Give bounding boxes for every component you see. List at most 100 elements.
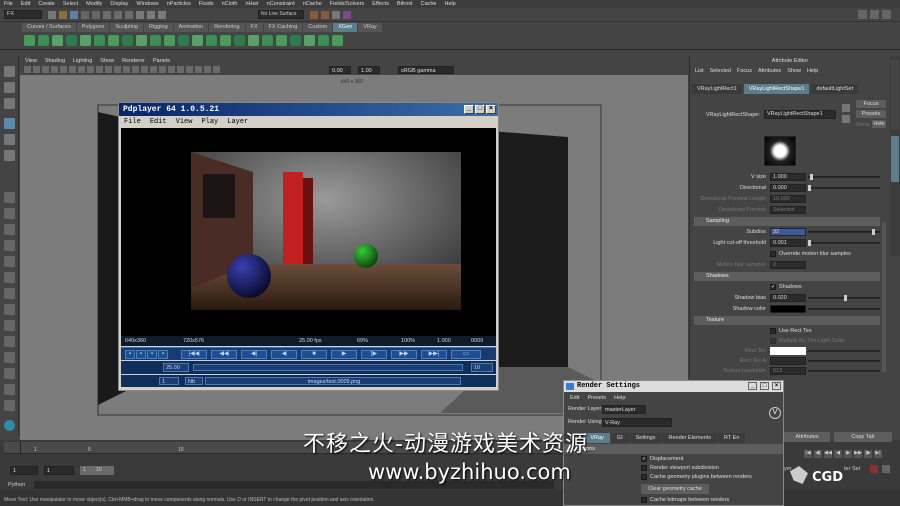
xgen-noise-icon[interactable] [290, 35, 301, 46]
motion-blur-icon[interactable] [177, 66, 184, 73]
resolution-gate-icon[interactable] [78, 66, 85, 73]
pdplayer-menu-play[interactable]: Play [201, 118, 218, 126]
ae-tab-defaultlightset[interactable]: defaultLightSet [811, 84, 859, 94]
camera-attributes-icon[interactable] [33, 66, 40, 73]
cache-plugins-checkbox[interactable] [641, 474, 647, 480]
presets-button[interactable]: Presets [856, 110, 886, 118]
xgen-coil-icon[interactable] [304, 35, 315, 46]
dope-sheet-icon[interactable] [4, 304, 15, 315]
motion-blur-field[interactable]: 2 [770, 261, 806, 269]
step-back-button[interactable]: ◀| [241, 350, 267, 359]
pdplayer-titlebar[interactable]: Pdplayer 64 1.0.5.21 _ □ × [119, 103, 498, 116]
rs-tab-rt-en[interactable]: RT En [717, 433, 746, 443]
wireframe-icon[interactable] [123, 66, 130, 73]
xgen-editor-icon[interactable] [24, 35, 35, 46]
shelf-tab-rigging[interactable]: Rigging [144, 23, 173, 32]
pd-pingpong-icon[interactable]: ▪ [147, 350, 157, 359]
xgen-primitive-icon[interactable] [234, 35, 245, 46]
render-settings-window[interactable]: Render Settings _ □ × Edit Presets Help Re… [563, 380, 784, 506]
override-checkbox[interactable] [770, 251, 776, 257]
shelf-tab-curves-surfaces[interactable]: Curves / Surfaces [22, 23, 76, 32]
menu-windows[interactable]: Windows [136, 1, 158, 7]
menu-nconstraint[interactable]: nConstraint [267, 1, 295, 7]
gamma-field[interactable]: 1.00 [358, 66, 380, 74]
xray-icon[interactable] [213, 66, 220, 73]
play-backward-button[interactable]: ◀ [271, 350, 297, 359]
film-gate-icon[interactable] [69, 66, 76, 73]
options-section[interactable]: Options [564, 444, 783, 454]
pdplayer-menu-file[interactable]: File [124, 118, 141, 126]
menu-create[interactable]: Create [38, 1, 55, 7]
xgen-mask-icon[interactable] [122, 35, 133, 46]
script-editor-icon[interactable] [4, 352, 15, 363]
xgen-cache-icon[interactable] [332, 35, 343, 46]
render-view-icon[interactable] [4, 384, 15, 395]
play-forward-icon[interactable]: ▶ [844, 450, 852, 458]
shadows-section[interactable]: Shadows [694, 272, 880, 281]
xgen-cut-icon[interactable] [276, 35, 287, 46]
anim-prefs-icon[interactable] [882, 465, 890, 473]
range-start-field[interactable]: 1 [10, 466, 38, 475]
dir-preview-select[interactable]: Selected [770, 206, 806, 214]
xgen-preview-icon[interactable] [164, 35, 175, 46]
v-size-field[interactable]: 1.000 [770, 173, 806, 181]
render-settings-icon[interactable] [332, 11, 340, 19]
shelf-tab-sculpting[interactable]: Sculpting [110, 23, 143, 32]
xgen-guides-icon[interactable] [52, 35, 63, 46]
xgen-clump-icon[interactable] [262, 35, 273, 46]
menu-effects[interactable]: Effects [372, 1, 389, 7]
rect-tex-slider[interactable] [808, 350, 880, 352]
prev-key-button[interactable]: ◀◀ [211, 350, 237, 359]
redo-icon[interactable] [92, 11, 100, 19]
menu-help[interactable]: Help [445, 1, 456, 7]
gamma-value[interactable]: 1.00 [358, 66, 380, 74]
shelf-tab-rendering[interactable]: Rendering [209, 23, 245, 32]
show-button[interactable]: Show [856, 122, 870, 128]
focus-input-icon[interactable] [842, 115, 850, 123]
channel-box-tab[interactable] [891, 60, 899, 130]
color-space-value[interactable]: sRGB gamma [398, 66, 454, 74]
shadows-icon[interactable] [159, 66, 166, 73]
xgen-collection-icon[interactable] [206, 35, 217, 46]
shadow-color-slider[interactable] [808, 308, 880, 310]
safe-action-icon[interactable] [105, 66, 112, 73]
ae-menu-focus[interactable]: Focus [737, 68, 752, 74]
multiply-checkbox[interactable] [770, 338, 776, 344]
focus-node-icon[interactable] [842, 104, 850, 112]
ae-menu-selected[interactable]: Selected [710, 68, 731, 74]
select-hierarchy-icon[interactable] [103, 11, 111, 19]
attribute-editor-toggle-icon[interactable] [870, 10, 879, 19]
subdivs-field[interactable]: 32 [770, 228, 806, 236]
menu-fluids[interactable]: Fluids [199, 1, 214, 7]
rs-tab-vray[interactable]: VRay [584, 433, 610, 443]
xgen-render-icon[interactable] [318, 35, 329, 46]
cutoff-slider[interactable] [808, 242, 880, 244]
viewport-menu-view[interactable]: View [25, 58, 37, 64]
ae-tab-vraylightrect1[interactable]: VRayLightRect1 [692, 84, 742, 94]
render-frame-icon[interactable] [310, 11, 318, 19]
auto-key-icon[interactable] [870, 465, 878, 473]
menu-nhair[interactable]: nHair [245, 1, 258, 7]
xgen-groom-icon[interactable] [150, 35, 161, 46]
key-forward-icon[interactable]: ▶▶ [854, 450, 862, 458]
modeling-toolkit-icon[interactable] [858, 10, 867, 19]
ae-menu-help[interactable]: Help [807, 68, 818, 74]
pdplayer-menu-view[interactable]: View [176, 118, 193, 126]
shelf-tab-fx[interactable]: FX [245, 23, 263, 32]
ae-menu-list[interactable]: List [695, 68, 704, 74]
cutoff-knob[interactable] [808, 240, 811, 246]
depth-of-field-icon[interactable] [195, 66, 202, 73]
ambient-occlusion-icon[interactable] [168, 66, 175, 73]
cutoff-field[interactable]: 0.001 [770, 239, 806, 247]
xgen-sculpt-icon[interactable] [66, 35, 77, 46]
pdplayer-image-view[interactable] [121, 128, 496, 336]
exposure-value[interactable]: 0.00 [329, 66, 351, 74]
new-scene-icon[interactable] [48, 11, 56, 19]
layout-single-icon[interactable] [4, 192, 15, 203]
render-using-select[interactable]: V-Ray [602, 418, 672, 427]
layout-persp-graph-icon[interactable] [4, 240, 15, 251]
rs-maximize-button[interactable]: □ [760, 382, 769, 390]
pd-toggle-icon[interactable]: ▪ [125, 350, 135, 359]
sampling-section[interactable]: Sampling [694, 217, 880, 226]
xgen-bake-icon[interactable] [136, 35, 147, 46]
